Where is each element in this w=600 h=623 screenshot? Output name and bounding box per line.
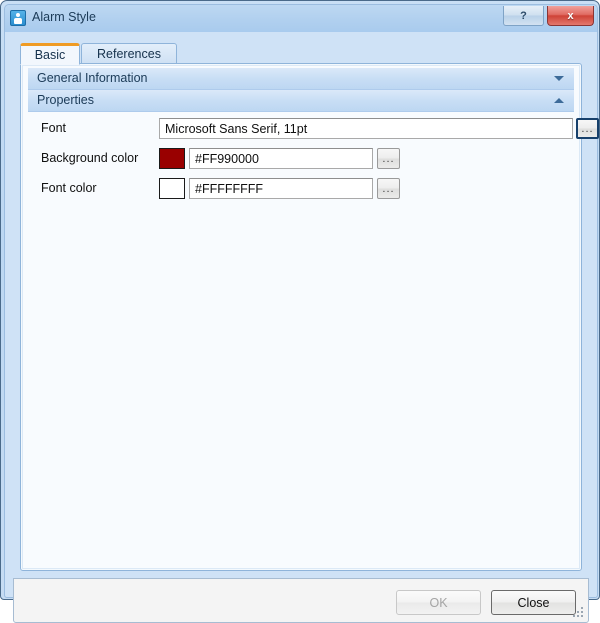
section-label-general-information: General Information: [37, 71, 148, 85]
label-background-color: Background color: [41, 151, 139, 165]
close-window-button[interactable]: x: [547, 6, 594, 26]
tab-references[interactable]: References: [81, 43, 177, 64]
tab-page-basic: General Information Properties Font Micr…: [20, 63, 599, 571]
resize-grip-icon[interactable]: [573, 607, 585, 619]
section-header-properties[interactable]: Properties: [28, 90, 574, 112]
section-header-general-information[interactable]: General Information: [28, 68, 574, 90]
font-browse-button[interactable]: ...: [576, 118, 599, 139]
font-color-input[interactable]: #FFFFFFFF: [189, 178, 373, 199]
title-bar[interactable]: Alarm Style ? x: [5, 5, 597, 32]
dialog-footer: OK Close: [13, 578, 589, 623]
ok-button[interactable]: OK: [396, 590, 481, 615]
tab-strip: Basic References: [20, 43, 582, 65]
window-title: Alarm Style: [32, 10, 96, 24]
property-row-font-color: Font color #FFFFFFFF ...: [23, 174, 581, 204]
font-input[interactable]: Microsoft Sans Serif, 11pt: [159, 118, 573, 139]
window-frame: Alarm Style ? x Basic References General…: [4, 4, 599, 623]
label-font: Font: [41, 121, 67, 135]
font-color-swatch[interactable]: [159, 178, 185, 199]
property-row-background-color: Background color #FF990000 ...: [23, 144, 581, 174]
chevron-up-icon[interactable]: [554, 98, 564, 103]
property-row-font: Font Microsoft Sans Serif, 11pt ...: [23, 114, 599, 144]
client-area: Basic References General Information Pro…: [6, 32, 599, 623]
alarm-style-icon: [10, 10, 26, 26]
font-color-browse-button[interactable]: ...: [377, 178, 400, 199]
background-color-browse-button[interactable]: ...: [377, 148, 400, 169]
dialog-window: Alarm Style ? x Basic References General…: [0, 0, 600, 623]
help-button[interactable]: ?: [503, 6, 544, 26]
tab-basic[interactable]: Basic: [20, 43, 80, 65]
window-controls: ? x: [503, 6, 594, 26]
label-font-color: Font color: [41, 181, 97, 195]
background-color-swatch[interactable]: [159, 148, 185, 169]
section-label-properties: Properties: [37, 93, 94, 107]
background-color-input[interactable]: #FF990000: [189, 148, 373, 169]
close-button[interactable]: Close: [491, 590, 576, 615]
tab-page-content: General Information Properties Font Micr…: [22, 65, 599, 569]
chevron-down-icon[interactable]: [554, 76, 564, 81]
